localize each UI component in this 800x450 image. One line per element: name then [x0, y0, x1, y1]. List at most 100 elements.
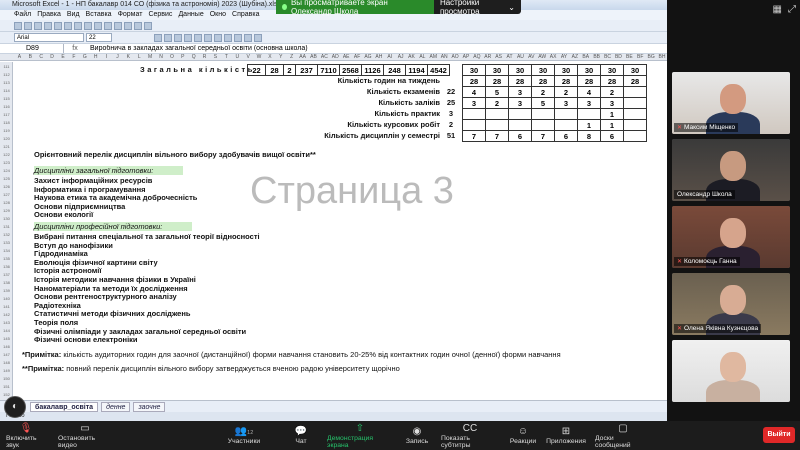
column-header[interactable]: W	[254, 54, 265, 60]
column-header[interactable]: AC	[319, 54, 330, 60]
summary-cell[interactable]	[623, 97, 647, 109]
row-header[interactable]: 140	[0, 296, 13, 301]
unmute-button[interactable]: 🎙 Включить звук	[6, 421, 46, 450]
column-header[interactable]: AJ	[395, 54, 406, 60]
italic-icon[interactable]	[164, 33, 172, 42]
copy-icon[interactable]	[84, 21, 92, 30]
menu-item[interactable]: Вид	[67, 10, 80, 20]
column-header[interactable]: N	[156, 54, 167, 60]
total-cell[interactable]: 7110	[317, 64, 340, 76]
column-header[interactable]: AM	[428, 54, 439, 60]
summary-cell[interactable]: 2	[485, 97, 509, 109]
column-header[interactable]: AT	[504, 54, 515, 60]
share-screen-button[interactable]: ⇧ Демонстрация экрана	[327, 421, 393, 450]
summary-cell[interactable]: 28	[462, 75, 486, 87]
column-header[interactable]: AN	[439, 54, 450, 60]
menu-item[interactable]: Формат	[118, 10, 143, 20]
column-header[interactable]: Z	[286, 54, 297, 60]
summary-total[interactable]: 22	[444, 87, 458, 96]
summary-cell[interactable]	[623, 119, 647, 131]
column-header[interactable]: BD	[613, 54, 624, 60]
chat-button[interactable]: 💬 Чат	[290, 421, 312, 450]
summary-cell[interactable]: 3	[577, 97, 601, 109]
percent-icon[interactable]	[224, 33, 232, 42]
align-center-icon[interactable]	[194, 33, 202, 42]
open-icon[interactable]	[24, 21, 32, 30]
summary-cell[interactable]	[554, 108, 578, 120]
summary-cell[interactable]: 7	[531, 130, 555, 142]
semester-cell[interactable]: 30	[600, 64, 624, 76]
fx-icon[interactable]: fx	[64, 45, 86, 52]
menu-item[interactable]: Вставка	[86, 10, 112, 20]
summary-cell[interactable]: 3	[554, 97, 578, 109]
row-header[interactable]: 130	[0, 216, 13, 221]
row-header[interactable]: 136	[0, 264, 13, 269]
column-header[interactable]: F	[68, 54, 79, 60]
column-header[interactable]: P	[177, 54, 188, 60]
font-size-select[interactable]: 22	[86, 33, 112, 42]
summary-cell[interactable]: 2	[531, 86, 555, 98]
menu-item[interactable]: Сервис	[148, 10, 172, 20]
column-header[interactable]: AK	[406, 54, 417, 60]
row-header[interactable]: 120	[0, 136, 13, 141]
summary-cell[interactable]	[508, 119, 532, 131]
sum-icon[interactable]	[124, 21, 132, 30]
gallery-view-icon[interactable]: ▦	[773, 4, 782, 15]
participant-tile[interactable]: Олександр Школа	[672, 139, 790, 201]
row-header[interactable]: 138	[0, 280, 13, 285]
summary-cell[interactable]: 6	[508, 130, 532, 142]
align-left-icon[interactable]	[184, 33, 192, 42]
font-color-icon[interactable]	[254, 33, 262, 42]
discipline-item[interactable]: Фізичні основи електроніки	[34, 335, 138, 344]
participants-button[interactable]: 👥12 Участники	[224, 421, 264, 450]
column-header[interactable]: BB	[591, 54, 602, 60]
menu-item[interactable]: Справка	[232, 10, 259, 20]
row-header[interactable]: 114	[0, 88, 13, 93]
column-header[interactable]: M	[145, 54, 156, 60]
column-header[interactable]: AR	[482, 54, 493, 60]
total-cell[interactable]: 1194	[405, 64, 428, 76]
summary-cell[interactable]	[485, 108, 509, 120]
summary-cell[interactable]: 5	[485, 86, 509, 98]
summary-cell[interactable]: 8	[577, 130, 601, 142]
summary-cell[interactable]: 28	[577, 75, 601, 87]
underline-icon[interactable]	[174, 33, 182, 42]
summary-total[interactable]: 51	[444, 131, 458, 140]
column-header[interactable]: I	[101, 54, 112, 60]
fullscreen-icon[interactable]: ⤢	[788, 4, 796, 15]
summary-cell[interactable]	[531, 108, 555, 120]
total-cell[interactable]: 2568	[339, 64, 362, 76]
zoom-shield-icon[interactable]: ◐	[4, 396, 26, 418]
view-options-button[interactable]: Настройки просмотра ⌄	[434, 0, 521, 16]
row-header[interactable]: 134	[0, 248, 13, 253]
column-header[interactable]: L	[134, 54, 145, 60]
total-cell[interactable]: 28	[265, 64, 284, 76]
semester-cell[interactable]: 30	[531, 64, 555, 76]
column-header[interactable]: AW	[537, 54, 548, 60]
row-header[interactable]: 131	[0, 224, 13, 229]
summary-cell[interactable]	[508, 108, 532, 120]
total-cell[interactable]: 237	[295, 64, 318, 76]
column-header[interactable]: C	[36, 54, 47, 60]
summary-cell[interactable]: 4	[462, 86, 486, 98]
column-header[interactable]: T	[221, 54, 232, 60]
cut-icon[interactable]	[74, 21, 82, 30]
redo-icon[interactable]	[114, 21, 122, 30]
summary-cell[interactable]: 3	[508, 97, 532, 109]
row-header[interactable]: 111	[0, 64, 13, 69]
row-header[interactable]: 144	[0, 328, 13, 333]
column-header[interactable]: BA	[580, 54, 591, 60]
summary-cell[interactable]: 28	[531, 75, 555, 87]
new-file-icon[interactable]	[14, 21, 22, 30]
row-header[interactable]: 112	[0, 72, 13, 77]
summary-cell[interactable]: 3	[462, 97, 486, 109]
row-header[interactable]: 146	[0, 344, 13, 349]
summary-cell[interactable]	[462, 108, 486, 120]
row-header[interactable]: 141	[0, 304, 13, 309]
captions-button[interactable]: CC Показать субтитры	[441, 421, 499, 450]
column-header[interactable]: S	[210, 54, 221, 60]
semester-cell[interactable]: 30	[508, 64, 532, 76]
formula-input[interactable]: Виробнича в закладах загальної середньої…	[86, 45, 308, 52]
summary-cell[interactable]: 1	[600, 119, 624, 131]
summary-cell[interactable]: 2	[554, 86, 578, 98]
